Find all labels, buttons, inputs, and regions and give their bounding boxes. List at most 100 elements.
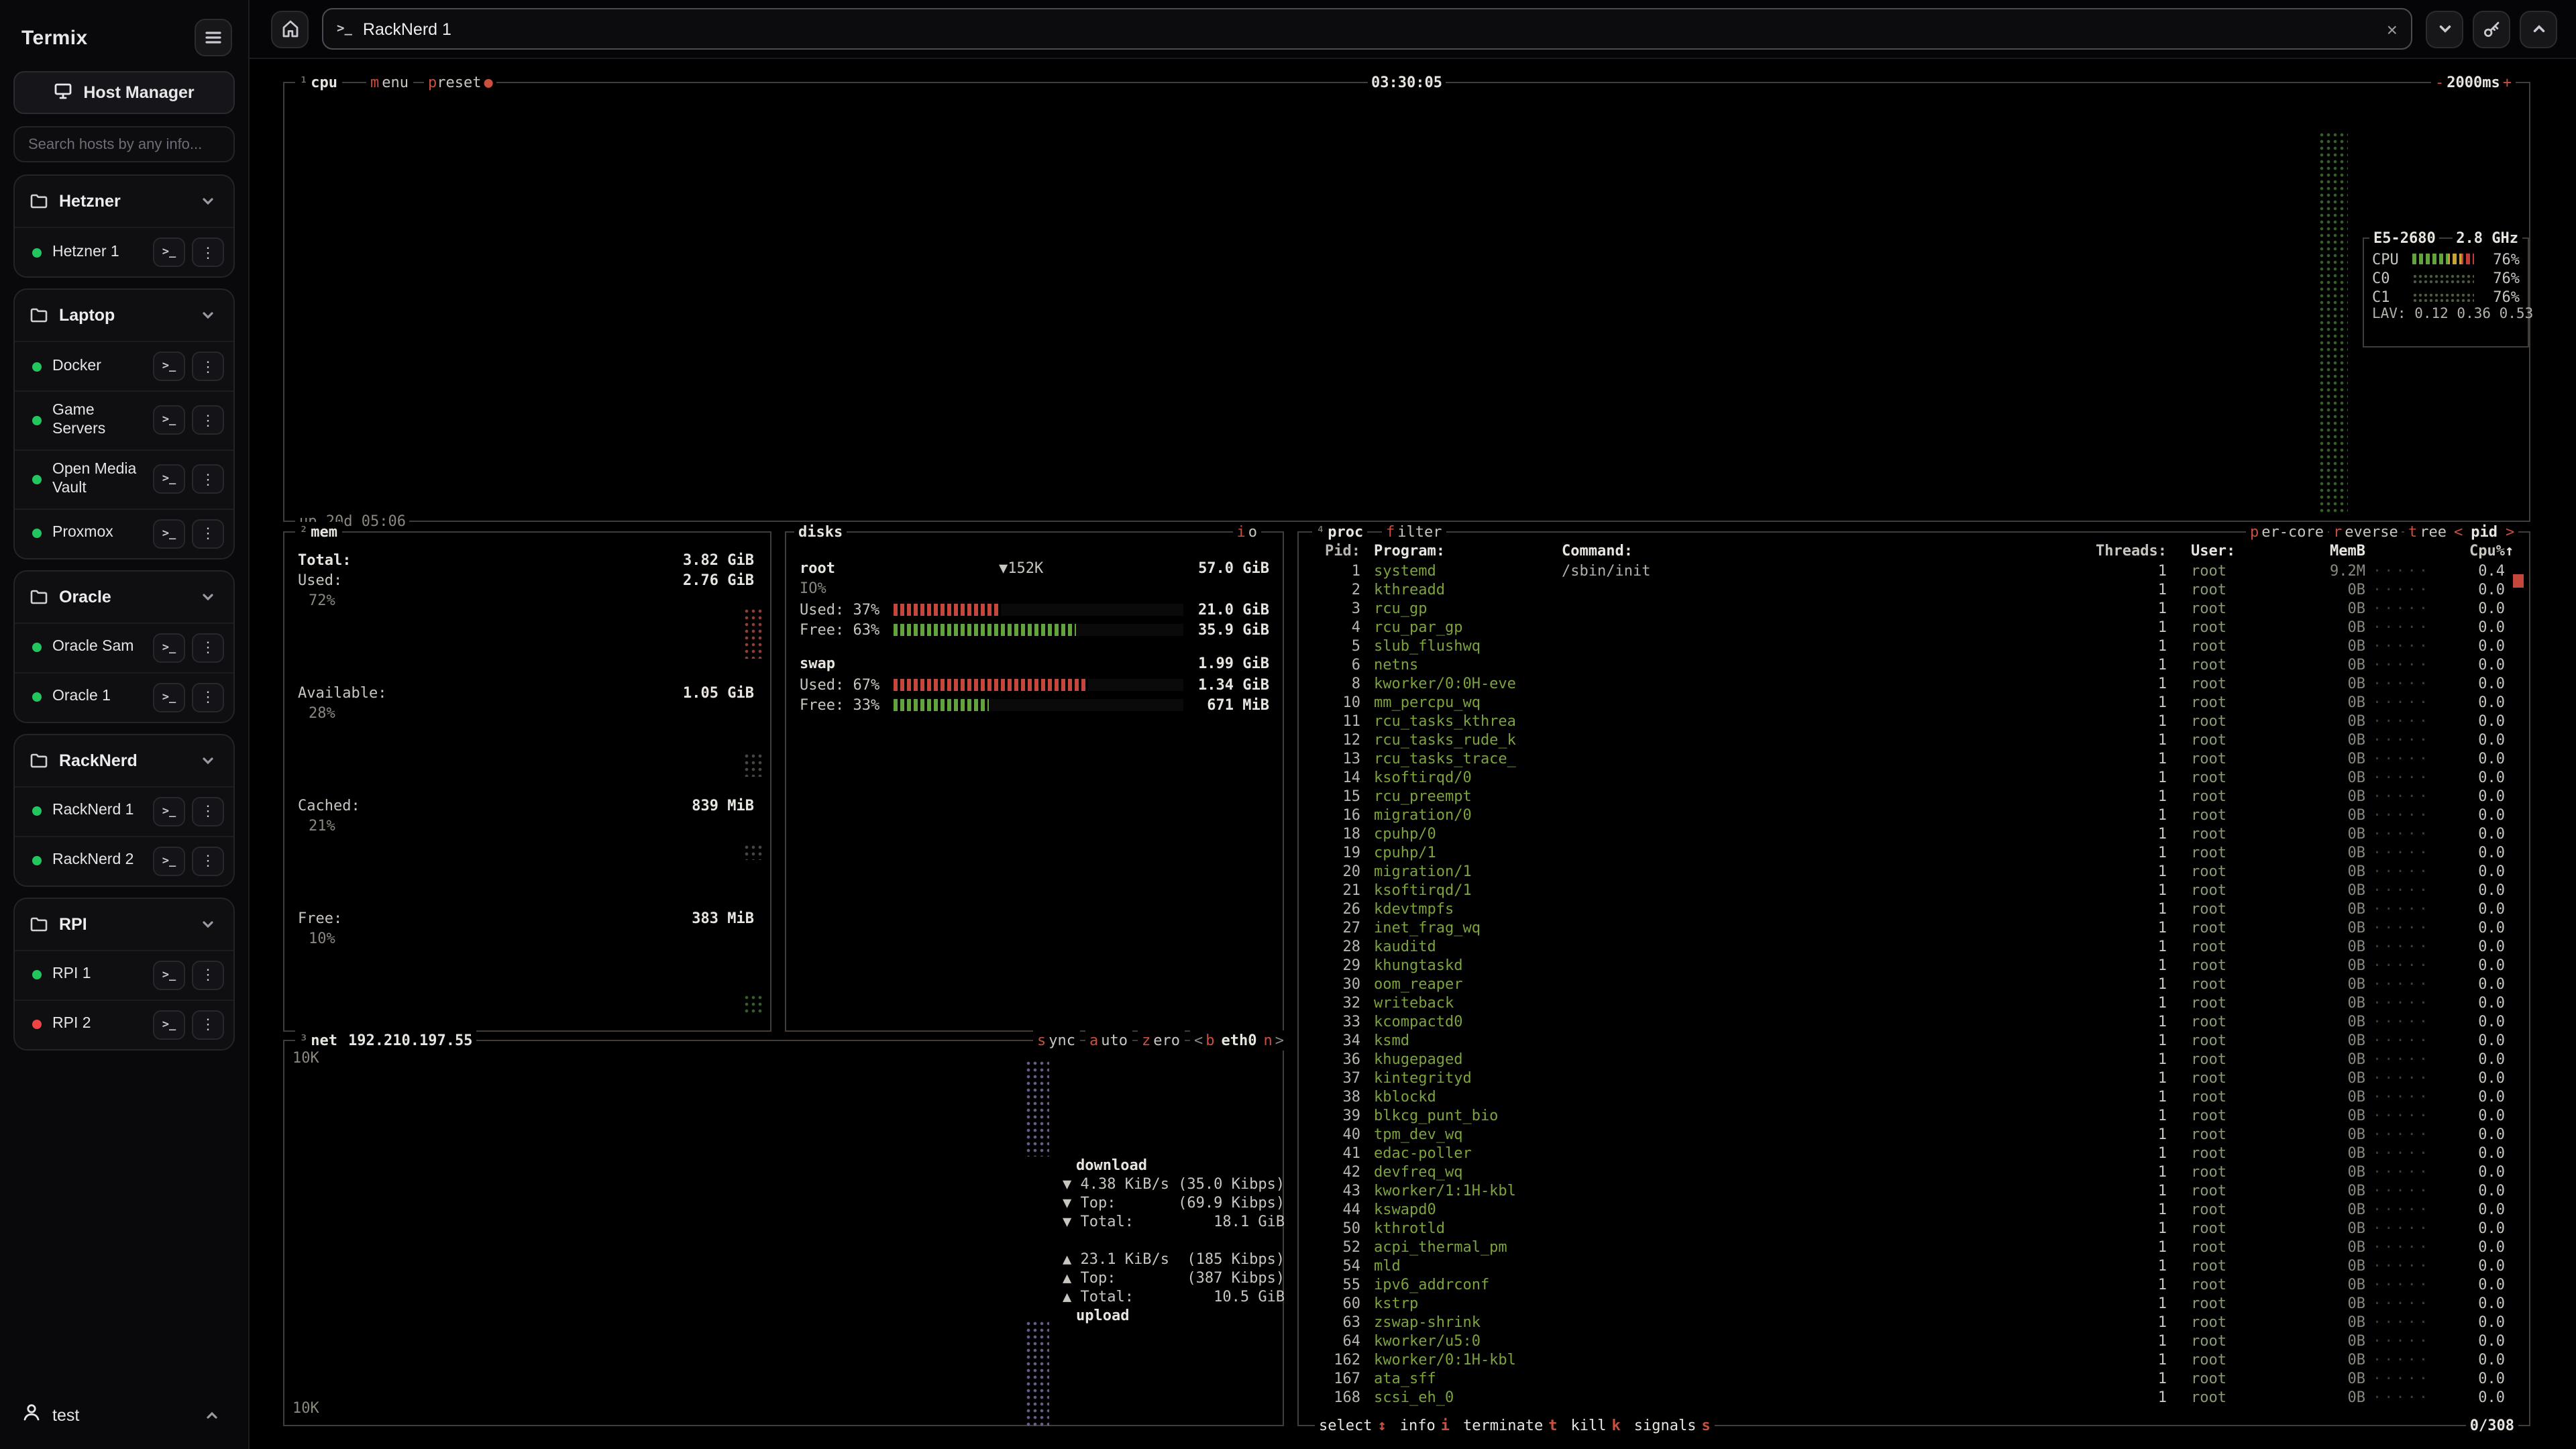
folder-header[interactable]: Laptop [15,290,233,341]
process-row[interactable]: 13rcu_tasks_trace_1root0B·····0.0 [1307,750,2524,769]
proc-footer-item[interactable]: signalss [1634,1415,1711,1436]
process-row[interactable]: 30oom_reaper1root0B·····0.0 [1307,975,2524,994]
host-item[interactable]: RPI 2>_⋮ [15,999,233,1049]
host-item[interactable]: Oracle Sam>_⋮ [15,622,233,672]
proc-reverse-toggle[interactable]: reverse [2329,522,2402,542]
folder-collapse-button[interactable] [193,186,223,216]
process-row[interactable]: 1systemd/sbin/init1root9.2M·····0.4 [1307,562,2524,581]
process-row[interactable]: 11rcu_tasks_kthrea1root0B·····0.0 [1307,712,2524,731]
host-item[interactable]: Oracle 1>_⋮ [15,672,233,721]
process-row[interactable]: 4rcu_par_gp1root0B·····0.0 [1307,619,2524,637]
disks-io-toggle[interactable]: io [1233,522,1262,542]
process-row[interactable]: 39blkcg_punt_bio1root0B·····0.0 [1307,1107,2524,1126]
search-input[interactable] [13,126,235,162]
open-terminal-button[interactable]: >_ [153,1010,185,1039]
folder-collapse-button[interactable] [193,745,223,775]
tab-close-button[interactable]: × [2387,19,2398,38]
process-row[interactable]: 26kdevtmpfs1root0B·····0.0 [1307,900,2524,919]
process-row[interactable]: 162kworker/0:1H-kbl1root0B·····0.0 [1307,1351,2524,1370]
process-row[interactable]: 5slub_flushwq1root0B·····0.0 [1307,637,2524,656]
host-item[interactable]: RackNerd 2>_⋮ [15,835,233,885]
proc-footer-shortcuts[interactable]: select↕infoiterminatetkillksignalss [1315,1415,1715,1436]
process-row[interactable]: 18cpuhp/01root0B·····0.0 [1307,825,2524,844]
open-terminal-button[interactable]: >_ [153,633,185,662]
process-row[interactable]: 20migration/11root0B·····0.0 [1307,863,2524,881]
tab-racknerd-1[interactable]: >_ RackNerd 1 × [322,8,2412,50]
process-row[interactable]: 21ksoftirqd/11root0B·····0.0 [1307,881,2524,900]
process-row[interactable]: 12rcu_tasks_rude_k1root0B·····0.0 [1307,731,2524,750]
process-row[interactable]: 44kswapd01root0B·····0.0 [1307,1201,2524,1220]
process-row[interactable]: 15rcu_preempt1root0B·····0.0 [1307,788,2524,806]
process-row[interactable]: 27inet_frag_wq1root0B·····0.0 [1307,919,2524,938]
proc-sort-selector[interactable]: <pid> [2450,522,2518,542]
user-menu[interactable]: test [13,1390,235,1436]
open-terminal-button[interactable]: >_ [153,464,185,494]
folder-header[interactable]: RPI [15,898,233,949]
process-row[interactable]: 8kworker/0:0H-eve1root0B·····0.0 [1307,675,2524,694]
process-row[interactable]: 50kthrotld1root0B·····0.0 [1307,1220,2524,1238]
host-menu-button[interactable]: ⋮ [192,796,224,826]
host-item[interactable]: Docker>_⋮ [15,341,233,390]
proc-per-core-toggle[interactable]: per-core [2246,522,2328,542]
proc-footer-item[interactable]: terminatet [1463,1415,1557,1436]
ssh-keys-button[interactable] [2473,10,2510,48]
host-menu-button[interactable]: ⋮ [192,464,224,494]
folder-collapse-button[interactable] [193,909,223,938]
folder-header[interactable]: Hetzner [15,176,233,227]
open-terminal-button[interactable]: >_ [153,406,185,435]
folder-header[interactable]: Oracle [15,571,233,622]
net-zero-toggle[interactable]: zero [1138,1030,1184,1051]
host-item[interactable]: Open Media Vault>_⋮ [15,449,233,508]
host-manager-button[interactable]: Host Manager [13,71,235,114]
host-menu-button[interactable]: ⋮ [192,633,224,662]
btop-menu-button[interactable]: menu [366,72,413,93]
process-row[interactable]: 14ksoftirqd/01root0B·····0.0 [1307,769,2524,788]
host-menu-button[interactable]: ⋮ [192,519,224,548]
process-row[interactable]: 33kcompactd01root0B·····0.0 [1307,1013,2524,1032]
process-row[interactable]: 42devfreq_wq1root0B·····0.0 [1307,1163,2524,1182]
process-row[interactable]: 43kworker/1:1H-kbl1root0B·····0.0 [1307,1182,2524,1201]
process-row[interactable]: 3rcu_gp1root0B·····0.0 [1307,600,2524,619]
folder-collapse-button[interactable] [193,301,223,330]
host-menu-button[interactable]: ⋮ [192,682,224,712]
terminal-screen[interactable]: ¹cpu menu preset● 03:30:05 -2000ms+ up 2… [276,72,2540,1430]
host-item[interactable]: RPI 1>_⋮ [15,949,233,999]
host-menu-button[interactable]: ⋮ [192,1010,224,1039]
open-terminal-button[interactable]: >_ [153,682,185,712]
host-item[interactable]: Hetzner 1>_⋮ [15,227,233,276]
open-terminal-button[interactable]: >_ [153,237,185,267]
process-row[interactable]: 16migration/01root0B·····0.0 [1307,806,2524,825]
process-row[interactable]: 40tpm_dev_wq1root0B·····0.0 [1307,1126,2524,1144]
process-row[interactable]: 28kauditd1root0B·····0.0 [1307,938,2524,957]
process-row[interactable]: 29khungtaskd1root0B·····0.0 [1307,957,2524,975]
sidebar-menu-button[interactable] [195,19,232,56]
scroll-up-button[interactable] [2520,10,2557,48]
scroll-down-button[interactable] [2426,10,2463,48]
host-menu-button[interactable]: ⋮ [192,352,224,381]
process-row[interactable]: 55ipv6_addrconf1root0B·····0.0 [1307,1276,2524,1295]
host-item[interactable]: RackNerd 1>_⋮ [15,786,233,835]
process-row[interactable]: 167ata_sff1root0B·····0.0 [1307,1370,2524,1389]
host-item[interactable]: Game Servers>_⋮ [15,390,233,449]
proc-footer-item[interactable]: infoi [1400,1415,1450,1436]
host-menu-button[interactable]: ⋮ [192,960,224,989]
open-terminal-button[interactable]: >_ [153,519,185,548]
process-row[interactable]: 52acpi_thermal_pm1root0B·····0.0 [1307,1238,2524,1257]
process-row[interactable]: 10mm_percpu_wq1root0B·····0.0 [1307,694,2524,712]
process-row[interactable]: 19cpuhp/11root0B·····0.0 [1307,844,2524,863]
folder-collapse-button[interactable] [193,582,223,611]
process-row[interactable]: 64kworker/u5:01root0B·····0.0 [1307,1332,2524,1351]
btop-preset-button[interactable]: preset● [424,72,497,93]
process-row[interactable]: 54mld1root0B·····0.0 [1307,1257,2524,1276]
proc-filter-button[interactable]: filter [1382,522,1446,542]
process-row[interactable]: 6netns1root0B·····0.0 [1307,656,2524,675]
home-button[interactable] [271,10,309,48]
process-row[interactable]: 36khugepaged1root0B·····0.0 [1307,1051,2524,1069]
proc-tree-toggle[interactable]: tree [2404,522,2451,542]
host-menu-button[interactable]: ⋮ [192,237,224,267]
host-item[interactable]: Proxmox>_⋮ [15,508,233,557]
net-interface-selector[interactable]: <beth0n> [1190,1030,1288,1051]
folder-header[interactable]: RackNerd [15,735,233,786]
proc-footer-item[interactable]: killk [1570,1415,1620,1436]
open-terminal-button[interactable]: >_ [153,352,185,381]
